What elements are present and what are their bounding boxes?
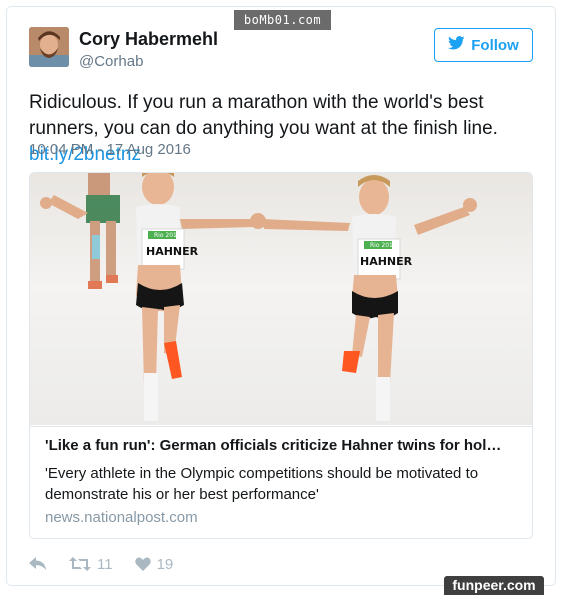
reply-icon [29, 557, 47, 571]
bib-name-left: HAHNER [146, 245, 199, 258]
watermark-bottom: funpeer.com [444, 576, 544, 595]
bib-badge-left: Rio 2016 [154, 232, 181, 239]
tweet-timestamp[interactable]: 10:04 PM - 17 Aug 2016 [29, 141, 191, 158]
retweet-count: 11 [97, 555, 113, 573]
avatar[interactable] [29, 27, 69, 67]
card-body: 'Like a fun run': German officials criti… [30, 426, 532, 526]
card-title[interactable]: 'Like a fun run': German officials criti… [45, 437, 519, 454]
reply-button[interactable] [29, 557, 47, 571]
card-description: 'Every athlete in the Olympic competitio… [45, 465, 479, 503]
heart-icon [134, 557, 151, 571]
link-card[interactable]: Rio 2016 HAHNER Rio 2016 HAHNER 'Like a … [29, 172, 533, 539]
tweet-body: Ridiculous. If you run a marathon with t… [29, 92, 498, 139]
watermark-top: boMb01.com [234, 10, 331, 30]
like-button[interactable]: 19 [134, 555, 174, 573]
bib-badge-right: Rio 2016 [370, 242, 397, 249]
retweet-button[interactable]: 11 [69, 556, 113, 573]
author-name[interactable]: Cory Habermehl [79, 29, 218, 50]
tweet-actions: 11 19 [29, 553, 195, 575]
card-domain: news.nationalpost.com [45, 509, 198, 526]
author-handle[interactable]: @Corhab [79, 53, 143, 70]
avatar-image [29, 27, 69, 67]
retweet-icon [69, 557, 91, 571]
twitter-bird-icon [448, 36, 465, 54]
follow-button[interactable]: Follow [434, 28, 533, 62]
card-photo: Rio 2016 HAHNER Rio 2016 HAHNER [30, 173, 532, 425]
follow-label: Follow [471, 36, 519, 54]
bib-name-right: HAHNER [360, 255, 413, 268]
like-count: 19 [156, 555, 174, 573]
